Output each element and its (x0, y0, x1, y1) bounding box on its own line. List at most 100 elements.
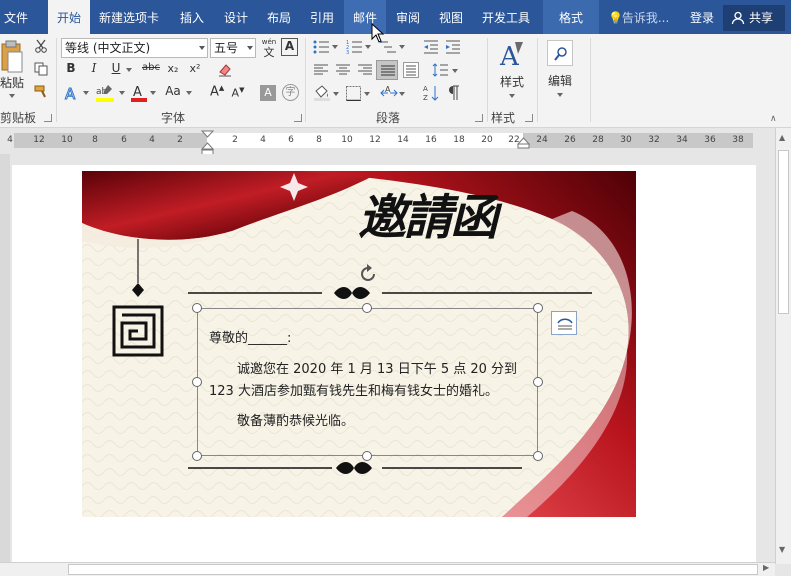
multilevel-dropdown-arrow[interactable] (399, 45, 405, 49)
tab-insert[interactable]: 插入 (172, 0, 212, 34)
align-right-icon[interactable] (357, 64, 373, 76)
editing-button[interactable]: 编辑 (542, 72, 578, 89)
line-spacing-icon[interactable] (432, 63, 448, 77)
text-effects-dropdown-arrow[interactable] (83, 91, 89, 95)
numbering-dropdown-arrow[interactable] (365, 45, 371, 49)
superscript-button[interactable]: x² (186, 62, 204, 75)
paragraph-dialog-launcher[interactable] (475, 114, 483, 122)
right-indent-marker[interactable] (517, 137, 530, 149)
italic-button[interactable]: I (86, 61, 102, 75)
sort-icon[interactable]: AZ (423, 84, 439, 102)
paste-dropdown-arrow[interactable] (9, 94, 15, 98)
change-case-dropdown-arrow[interactable] (186, 91, 192, 95)
chinese-layout-icon[interactable]: A (380, 85, 398, 101)
invitation-body-line[interactable]: 123 大酒店参加甄有钱先生和梅有钱女士的婚礼。 (209, 380, 498, 399)
tab-review[interactable]: 审阅 (388, 0, 428, 34)
align-center-icon[interactable] (335, 64, 351, 76)
resize-handle-top-left[interactable] (192, 303, 202, 313)
character-border-button[interactable]: A (281, 38, 298, 56)
find-button[interactable] (547, 40, 573, 66)
tell-me-search[interactable]: 💡 告诉我... (608, 0, 669, 34)
invitation-salutation[interactable]: 尊敬的______: (209, 327, 291, 346)
shading-icon[interactable] (313, 85, 331, 101)
scroll-right-arrow-icon[interactable]: ▶ (763, 563, 769, 572)
editing-dropdown-arrow[interactable] (557, 93, 563, 97)
font-dialog-launcher[interactable] (294, 114, 302, 122)
clear-formatting-icon[interactable] (217, 62, 233, 78)
scroll-down-arrow-icon[interactable]: ▼ (779, 545, 785, 554)
ruler-number: 10 (61, 135, 73, 145)
tab-design[interactable]: 设计 (216, 0, 256, 34)
shrink-font-button[interactable]: A▼ (231, 86, 245, 100)
line-spacing-dropdown-arrow[interactable] (452, 69, 458, 73)
horizontal-scrollbar-thumb[interactable] (68, 564, 758, 575)
phonetic-guide-button[interactable]: wén 文 (260, 37, 278, 58)
borders-icon[interactable] (346, 86, 361, 101)
scroll-up-arrow-icon[interactable]: ▲ (779, 133, 785, 142)
rotate-handle-icon[interactable] (357, 263, 379, 285)
resize-handle-right[interactable] (533, 377, 543, 387)
tab-new-tab[interactable]: 新建选项卡 (92, 0, 166, 34)
shading-dropdown-arrow[interactable] (333, 92, 339, 96)
justify-button[interactable] (376, 60, 398, 80)
ruler-number: 8 (316, 135, 322, 145)
resize-handle-top[interactable] (362, 303, 372, 313)
invitation-body-line[interactable]: 诚邀您在 2020 年 1 月 13 日下午 5 点 20 分到 (237, 358, 517, 377)
resize-handle-bottom-right[interactable] (533, 451, 543, 461)
bullets-dropdown-arrow[interactable] (332, 45, 338, 49)
layout-options-button[interactable] (551, 311, 577, 335)
invitation-closing[interactable]: 敬备薄酌恭候光临。 (237, 410, 354, 429)
align-left-icon[interactable] (313, 64, 329, 76)
vertical-scrollbar-thumb[interactable] (778, 150, 789, 314)
format-painter-icon[interactable] (34, 84, 48, 98)
styles-button[interactable]: 样式 (494, 73, 530, 90)
tab-developer[interactable]: 开发工具 (474, 0, 538, 34)
styles-gallery-icon[interactable]: A (498, 39, 526, 69)
copy-icon[interactable] (34, 62, 48, 76)
bold-button[interactable]: B (63, 61, 79, 75)
strikethrough-button[interactable]: abc (140, 62, 162, 73)
highlight-dropdown-arrow[interactable] (119, 91, 125, 95)
font-color-icon[interactable]: A (130, 83, 148, 103)
font-size-combo[interactable]: 五号 (210, 38, 256, 58)
font-color-dropdown-arrow[interactable] (150, 91, 156, 95)
share-button[interactable]: 共享 (723, 5, 785, 31)
collapse-ribbon-icon[interactable]: ∧ (770, 114, 777, 124)
show-paragraph-marks-icon[interactable] (446, 85, 460, 101)
resize-handle-top-right[interactable] (533, 303, 543, 313)
paste-clipboard-icon[interactable] (0, 40, 24, 74)
tab-view[interactable]: 视图 (431, 0, 471, 34)
subscript-button[interactable]: x₂ (164, 62, 182, 75)
distributed-align-icon[interactable] (403, 62, 419, 78)
decrease-indent-icon[interactable] (423, 40, 439, 54)
vertical-ruler[interactable] (0, 154, 10, 564)
increase-indent-icon[interactable] (445, 40, 461, 54)
grow-font-button[interactable]: A▲ (210, 84, 224, 99)
tab-file[interactable]: 文件 (0, 0, 32, 34)
text-effects-icon[interactable]: A (63, 84, 81, 103)
enclose-characters-button[interactable]: 字 (282, 84, 299, 101)
bullets-icon[interactable] (313, 40, 329, 54)
highlight-color-icon[interactable]: ab (95, 83, 117, 103)
resize-handle-bottom-left[interactable] (192, 451, 202, 461)
chinese-layout-dropdown-arrow[interactable] (399, 92, 405, 96)
paste-button[interactable]: 粘贴 (0, 74, 24, 91)
resize-handle-bottom[interactable] (362, 451, 372, 461)
font-name-combo[interactable]: 等线 (中文正文) (61, 38, 208, 58)
styles-dropdown-arrow[interactable] (509, 94, 515, 98)
tab-format[interactable]: 格式 (543, 0, 599, 34)
underline-button[interactable]: U (108, 61, 124, 75)
tab-home[interactable]: 开始 (48, 0, 90, 34)
cut-icon[interactable] (34, 39, 48, 53)
styles-dialog-launcher[interactable] (525, 114, 533, 122)
underline-dropdown-arrow[interactable] (126, 68, 132, 72)
borders-dropdown-arrow[interactable] (364, 92, 370, 96)
character-shading-button[interactable]: A (260, 85, 276, 101)
clipboard-dialog-launcher[interactable] (44, 114, 52, 122)
numbering-icon[interactable]: 123 (346, 40, 362, 54)
tab-layout[interactable]: 布局 (259, 0, 299, 34)
login-link[interactable]: 登录 (684, 0, 720, 34)
tab-references[interactable]: 引用 (302, 0, 342, 34)
change-case-button[interactable]: Aa (162, 84, 184, 98)
resize-handle-left[interactable] (192, 377, 202, 387)
